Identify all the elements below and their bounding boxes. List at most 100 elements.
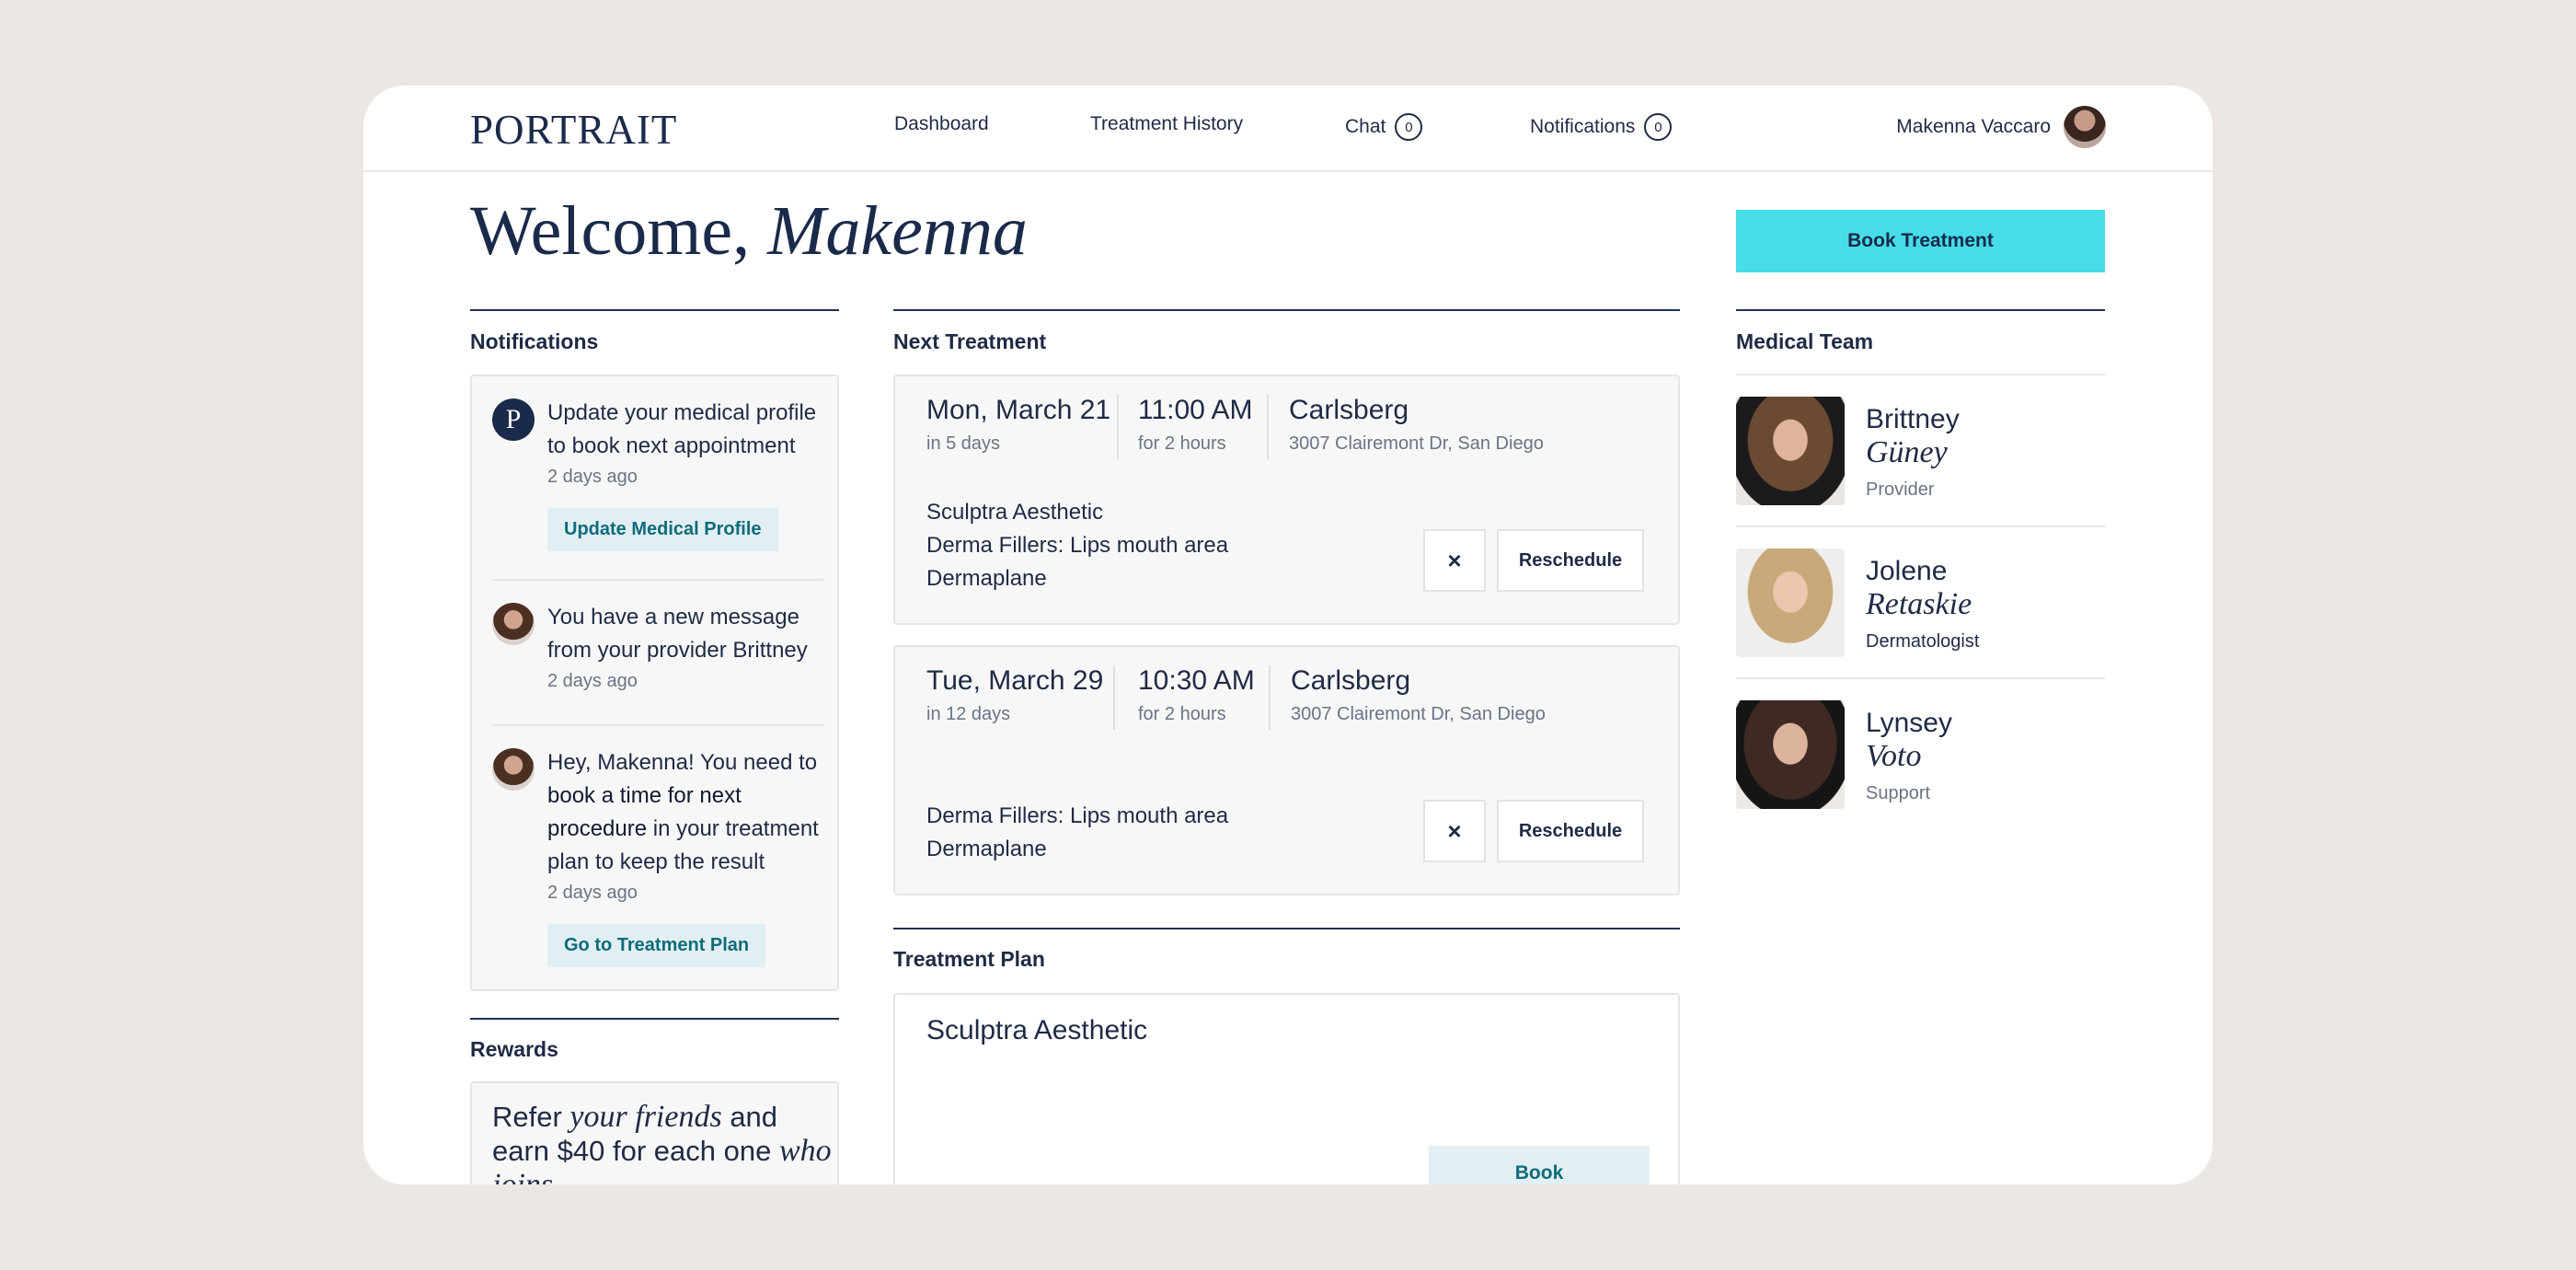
rewards-text-1: Refer (492, 1101, 570, 1133)
notification-text-start: Hey, Makenna! You need to (547, 750, 818, 775)
appointment-time: 11:00 AM (1138, 395, 1253, 425)
notification-item[interactable]: You have a new message from your provide… (492, 601, 823, 721)
reschedule-button[interactable]: Reschedule (1497, 529, 1644, 592)
user-name: Makenna Vaccaro (1896, 116, 2051, 137)
welcome-name: Makenna (767, 192, 1028, 270)
page-title: Welcome, Makenna (470, 191, 1028, 271)
team-member[interactable]: Lynsey Voto Support (1736, 700, 2105, 811)
appointment-relative: in 12 days (926, 704, 1011, 724)
appointment-treatments: Derma Fillers: Lips mouth area Dermaplan… (926, 800, 1228, 866)
portrait-p-icon: P (492, 398, 535, 441)
treatment-plan-title: Treatment Plan (893, 947, 1045, 971)
team-member-photo (1736, 700, 1845, 809)
nav-treatment-history[interactable]: Treatment History (1090, 113, 1243, 135)
book-treatment-button[interactable]: Book Treatment (1736, 210, 2105, 272)
user-avatar (2064, 106, 2106, 148)
nav-notifications[interactable]: Notifications 0 (1530, 113, 1673, 141)
team-divider (1736, 525, 2105, 527)
appointment-date: Tue, March 29 (926, 665, 1104, 696)
separator (1117, 395, 1119, 459)
notification-divider (492, 579, 823, 581)
provider-avatar-icon (492, 748, 535, 791)
medical-team-rule (1736, 309, 2105, 311)
appointment-relative: in 5 days (926, 433, 1001, 454)
team-member-role: Provider (1866, 479, 1935, 500)
update-medical-profile-button[interactable]: Update Medical Profile (547, 508, 778, 551)
notification-body: Update your medical profile to book next… (547, 397, 833, 551)
medical-team-title: Medical Team (1736, 329, 1874, 353)
notification-text: Update your medical profile to book next… (547, 400, 817, 458)
rewards-text-2: your friends (569, 1100, 722, 1134)
team-member-first-name: Jolene (1866, 556, 1948, 586)
treatment-plan-card: Sculptra Aesthetic Book (893, 993, 1680, 1184)
reschedule-button[interactable]: Reschedule (1497, 800, 1644, 862)
nav-dashboard-label: Dashboard (894, 113, 989, 134)
next-treatment-rule (893, 309, 1680, 311)
next-treatment-title: Next Treatment (893, 329, 1047, 353)
appointment-location: Carlsberg (1289, 395, 1409, 425)
appointment-card[interactable]: Mon, March 21 in 5 days 11:00 AM for 2 h… (893, 375, 1680, 625)
portrait-logo[interactable]: PORTRAIT (470, 106, 677, 154)
treatment-line: Derma Fillers: Lips mouth area (926, 803, 1229, 828)
separator (1113, 665, 1115, 730)
rewards-card[interactable]: Refer your friends and earn $40 for each… (470, 1081, 839, 1184)
appointment-address: 3007 Clairemont Dr, San Diego (1289, 433, 1544, 454)
nav-chat[interactable]: Chat 0 (1345, 113, 1423, 141)
rewards-rule (470, 1018, 839, 1020)
appointment-date: Mon, March 21 (926, 395, 1111, 425)
team-member-last-name: Voto (1866, 739, 1922, 773)
rewards-title: Rewards (470, 1037, 558, 1061)
provider-avatar-icon (492, 603, 535, 645)
treatment-line: Dermaplane (926, 566, 1047, 591)
team-member-role: Support (1866, 783, 1931, 803)
notification-text: Hey, Makenna! You need to book a time fo… (547, 746, 833, 879)
notification-item: Hey, Makenna! You need to book a time fo… (492, 746, 823, 986)
appointment-duration: for 2 hours (1138, 433, 1226, 454)
appointment-location: Carlsberg (1291, 665, 1411, 696)
notification-body: You have a new message from your provide… (547, 601, 833, 692)
welcome-prefix: Welcome, (470, 192, 751, 270)
team-member-last-name: Retaskie (1866, 587, 1972, 621)
notifications-title: Notifications (470, 329, 599, 353)
team-member-first-name: Lynsey (1866, 708, 1952, 738)
team-member-role: Dermatologist (1866, 631, 1980, 652)
appointment-card[interactable]: Tue, March 29 in 12 days 10:30 AM for 2 … (893, 645, 1680, 895)
team-member-last-name: Güney (1866, 435, 1948, 469)
team-member-photo (1736, 397, 1845, 505)
rewards-text: Refer your friends and earn $40 for each… (492, 1100, 833, 1184)
notifications-card: P Update your medical profile to book ne… (470, 375, 839, 991)
notifications-count-badge: 0 (1644, 113, 1673, 141)
team-member-first-name: Brittney (1866, 404, 1960, 434)
cancel-appointment-button[interactable]: × (1423, 529, 1486, 592)
separator (1269, 665, 1271, 730)
treatment-line: Dermaplane (926, 837, 1047, 861)
treatment-line: Derma Fillers: Lips mouth area (926, 533, 1229, 558)
appointment-treatments: Sculptra Aesthetic Derma Fillers: Lips m… (926, 496, 1228, 595)
notifications-rule (470, 309, 839, 311)
team-divider (1736, 677, 2105, 679)
nav-treatment-history-label: Treatment History (1090, 113, 1244, 134)
treatment-line: Sculptra Aesthetic (926, 500, 1104, 525)
team-member-photo (1736, 548, 1845, 657)
notification-time: 2 days ago (547, 671, 638, 691)
notification-item: P Update your medical profile to book ne… (492, 397, 823, 581)
appointment-duration: for 2 hours (1138, 704, 1226, 724)
chat-count-badge: 0 (1395, 113, 1423, 141)
plan-book-button[interactable]: Book (1429, 1146, 1650, 1184)
app-window: PORTRAIT Dashboard Treatment History Cha… (363, 86, 2213, 1184)
go-to-treatment-plan-button[interactable]: Go to Treatment Plan (547, 924, 766, 967)
team-member[interactable]: Brittney Güney Provider (1736, 397, 2105, 507)
notification-time: 2 days ago (547, 467, 638, 487)
cancel-appointment-button[interactable]: × (1423, 800, 1486, 862)
team-divider (1736, 374, 2105, 375)
appointment-address: 3007 Clairemont Dr, San Diego (1291, 704, 1546, 724)
nav-notifications-label: Notifications (1530, 116, 1636, 137)
top-nav: PORTRAIT Dashboard Treatment History Cha… (363, 86, 2213, 172)
notification-time: 2 days ago (547, 883, 638, 903)
user-menu[interactable]: Makenna Vaccaro (1896, 106, 2106, 148)
notification-text: You have a new message from your provide… (547, 605, 808, 663)
team-member[interactable]: Jolene Retaskie Dermatologist (1736, 548, 2105, 659)
nav-dashboard[interactable]: Dashboard (894, 113, 989, 135)
notification-divider (492, 724, 823, 726)
treatment-plan-rule (893, 928, 1680, 929)
